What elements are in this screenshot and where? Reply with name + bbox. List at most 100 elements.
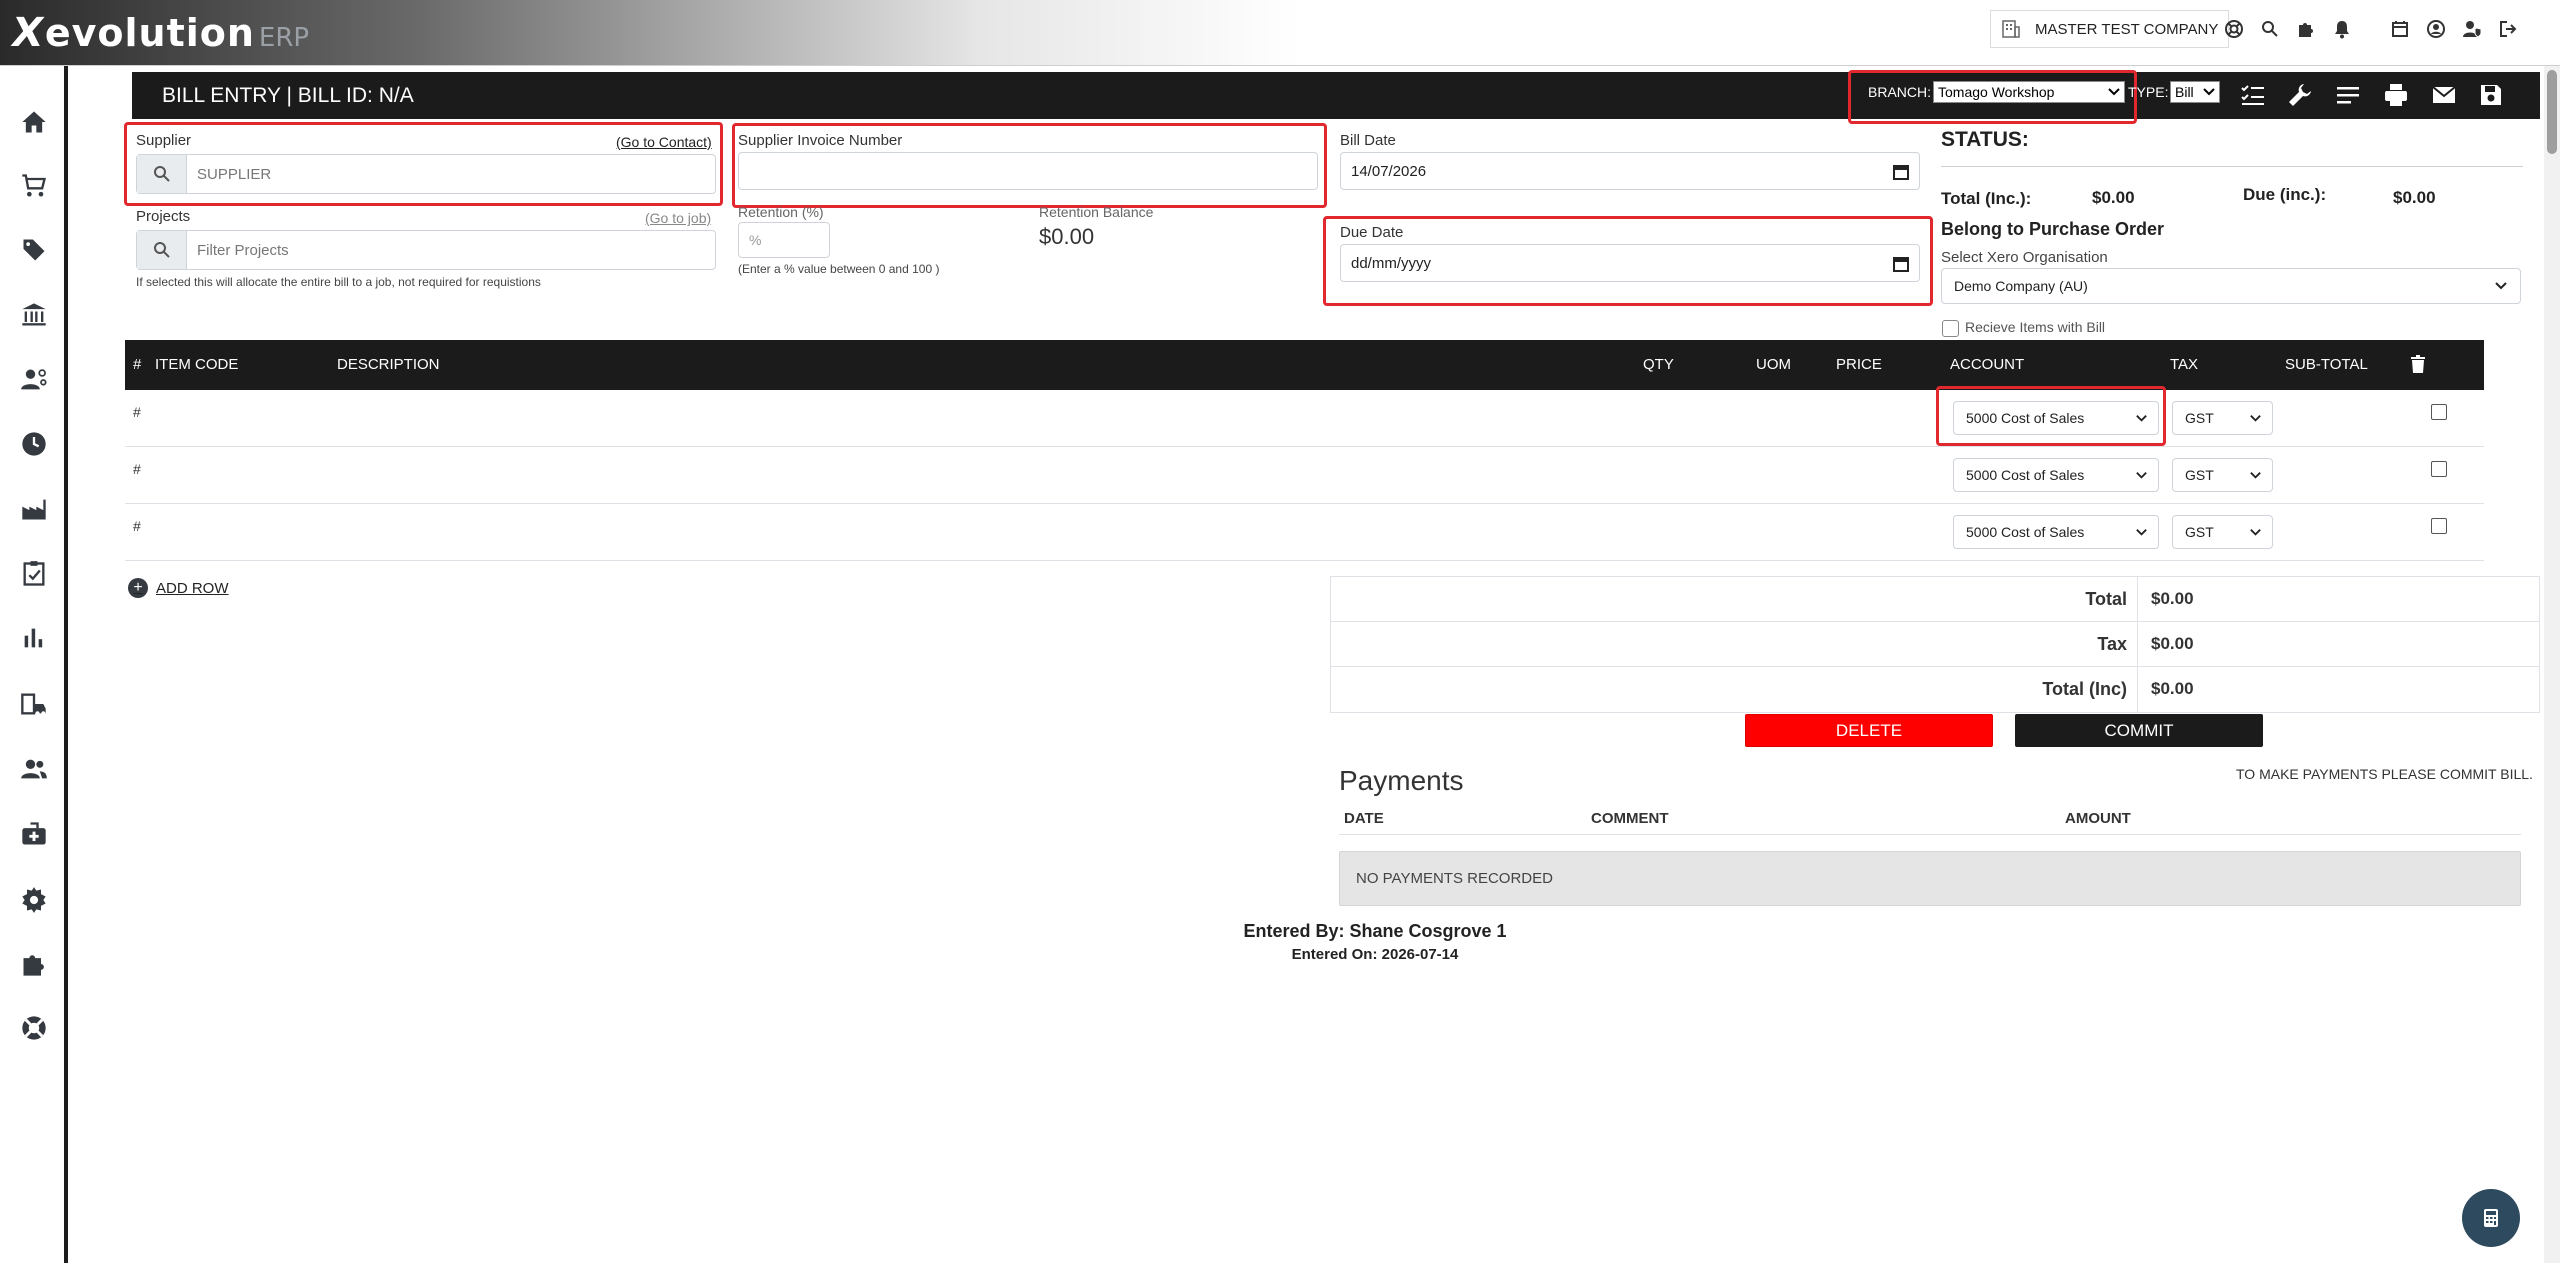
user-shield-icon[interactable] [2454,16,2490,42]
row-select-checkbox[interactable] [2431,461,2447,477]
building-icon [2002,20,2020,38]
supplier-highlight [124,122,723,206]
chevron-down-icon [2203,88,2215,96]
logo-text: evolution [44,11,255,55]
payments-title: Payments [1339,765,1464,796]
xero-select[interactable]: Demo Company (AU) [1941,268,2521,304]
bill-date-value: 14/07/2026 [1351,162,1427,180]
chevron-down-icon [2136,472,2147,479]
calendar-icon[interactable] [1893,164,1909,180]
sidebar-medkit-icon[interactable] [16,816,52,852]
retention-input[interactable]: % [738,222,830,258]
top-bar: X evolution ERP MASTER TEST COMPANY [0,0,2560,66]
col-hash: # [133,356,142,373]
chevron-down-icon [2136,529,2147,536]
vertical-scrollbar[interactable] [2544,66,2560,1263]
tax-select[interactable]: GST [2172,515,2273,549]
row-hash: # [133,404,141,420]
sidebar-cart-icon[interactable] [16,168,52,204]
user-icon[interactable] [2418,16,2454,42]
calendar-icon[interactable] [2382,16,2418,42]
puzzle-icon[interactable] [2288,16,2324,42]
wrench-icon[interactable] [2284,80,2316,110]
receive-items-checkbox[interactable] [1942,320,1959,337]
status-total-value: $0.00 [2092,188,2135,207]
row-select-checkbox[interactable] [2431,404,2447,420]
sidebar-task-icon[interactable] [16,556,52,592]
support-icon[interactable] [2216,16,2252,42]
search-icon [137,231,187,269]
projects-input[interactable]: Filter Projects [187,231,715,269]
projects-input-group[interactable]: Filter Projects [136,230,716,270]
projects-label: Projects [136,208,191,225]
company-name: MASTER TEST COMPANY [2035,20,2219,38]
tax-select[interactable]: GST [2172,401,2273,435]
trash-icon[interactable] [2410,355,2426,373]
due-date-highlight [1323,216,1933,306]
sidebar [0,66,68,1263]
totals-row: Total (Inc) $0.00 [1331,667,2539,712]
checklist-icon[interactable] [2237,80,2269,110]
col-item-code: ITEM CODE [155,356,239,373]
tax-select[interactable]: GST [2172,458,2273,492]
page-title: BILL ENTRY | BILL ID: N/A [162,84,414,107]
sidebar-bank-icon[interactable] [16,297,52,333]
status-due-value: $0.00 [2393,188,2436,207]
sidebar-fleet-icon[interactable] [16,686,52,722]
logout-icon[interactable] [2490,16,2526,42]
payments-col-comment: COMMENT [1591,810,1669,827]
receive-items-label: Recieve Items with Bill [1965,319,2106,335]
go-to-job-link[interactable]: (Go to job) [645,210,711,226]
bell-icon[interactable] [2324,16,2360,42]
menu-lines-icon[interactable] [2332,80,2364,110]
search-icon[interactable] [2252,16,2288,42]
app-logo[interactable]: X evolution ERP [8,10,310,56]
bill-date-input[interactable]: 14/07/2026 [1340,152,1920,190]
account-select[interactable]: 5000 Cost of Sales [1953,458,2159,492]
sidebar-puzzle-icon[interactable] [16,946,52,982]
sidebar-tag-icon[interactable] [16,232,52,268]
type-value: Bill [2175,84,2194,100]
print-icon[interactable] [2380,80,2412,110]
calculator-button[interactable] [2462,1189,2520,1247]
entered-by: Entered By: Shane Cosgrove 1 [1243,921,1507,941]
scrollbar-thumb[interactable] [2547,70,2557,154]
account-value: 5000 Cost of Sales [1966,467,2085,483]
retention-label: Retention (%) [738,204,824,220]
table-row: # 5000 Cost of Sales GST [125,504,2484,561]
add-row-button[interactable]: + ADD ROW [128,578,229,598]
sidebar-home-icon[interactable] [16,104,52,140]
tax-label: Tax [2097,634,2127,654]
email-icon[interactable] [2428,80,2460,110]
status-total-label: Total (Inc.): [1941,189,2032,208]
logo-suffix: ERP [258,23,310,53]
invoice-highlight [732,123,1327,208]
sidebar-clock-icon[interactable] [16,426,52,462]
payments-col-date: DATE [1344,810,1384,827]
sidebar-user-settings-icon[interactable] [16,362,52,398]
add-row-label: ADD ROW [156,579,229,597]
sidebar-lifebuoy-icon[interactable] [16,1010,52,1046]
sidebar-users-icon[interactable] [16,751,52,787]
xero-label: Select Xero Organisation [1941,249,2108,266]
row-hash: # [133,518,141,534]
status-due-label: Due (inc.): [2243,185,2327,204]
row-select-checkbox[interactable] [2431,518,2447,534]
delete-button[interactable]: DELETE [1745,714,1993,747]
company-selector[interactable]: MASTER TEST COMPANY [1990,10,2230,48]
type-select[interactable]: Bill [2170,81,2220,103]
save-icon[interactable] [2475,80,2507,110]
total-value: $0.00 [2151,589,2194,608]
type-label: TYPE: [2128,84,2169,100]
account-select[interactable]: 5000 Cost of Sales [1953,515,2159,549]
calculator-icon [2484,1209,2498,1227]
payments-empty-state: NO PAYMENTS RECORDED [1339,851,2521,906]
sidebar-factory-icon[interactable] [16,491,52,527]
commit-button[interactable]: COMMIT [2015,714,2263,747]
tax-value: GST [2185,524,2214,540]
sidebar-gear-icon[interactable] [16,882,52,918]
sidebar-chart-icon[interactable] [16,620,52,656]
entered-on: Entered On: 2026-07-14 [1291,946,1459,963]
retention-balance-label: Retention Balance [1039,204,1154,220]
chevron-down-icon [2250,415,2261,422]
